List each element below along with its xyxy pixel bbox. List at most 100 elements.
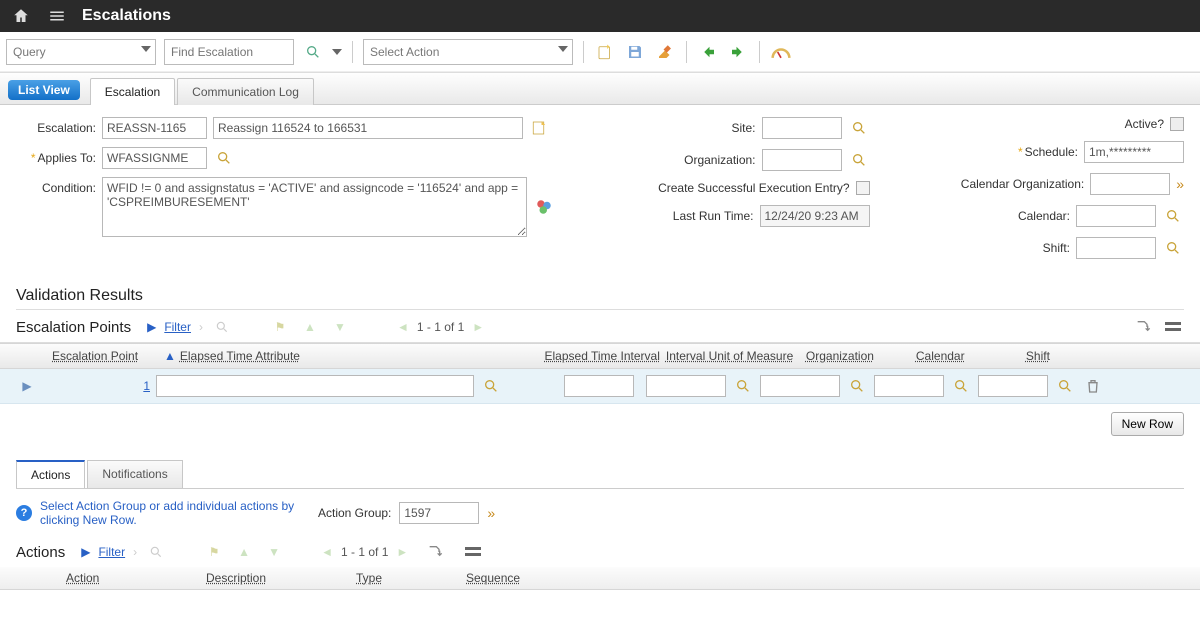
escalation-desc-input[interactable] (213, 117, 523, 139)
page-prev-icon[interactable]: ◄ (321, 545, 333, 559)
col-description[interactable]: Description (206, 571, 356, 585)
gauge-icon[interactable] (770, 41, 792, 63)
site-label: Site: (731, 121, 755, 135)
subtab-notifications[interactable]: Notifications (87, 460, 182, 488)
active-checkbox[interactable] (1170, 117, 1184, 131)
schedule-input[interactable] (1084, 141, 1184, 163)
lookup-icon[interactable] (1054, 375, 1076, 397)
list-view-button[interactable]: List View (8, 80, 80, 100)
escalation-points-heading: Escalation Points (16, 319, 131, 336)
detail-arrow-icon[interactable]: » (1176, 176, 1184, 192)
cse-checkbox[interactable] (856, 181, 870, 195)
calendar-input[interactable] (1076, 205, 1156, 227)
uom-input[interactable] (646, 375, 726, 397)
escalation-id-input[interactable] (102, 117, 207, 139)
download-icon[interactable] (1132, 316, 1154, 338)
points-pager: 1 - 1 of 1 (417, 320, 464, 334)
tab-communication-log[interactable]: Communication Log (177, 78, 314, 105)
chevron-down-icon (141, 46, 151, 52)
detail-arrow-icon[interactable]: » (487, 505, 495, 521)
trash-icon[interactable] (1082, 375, 1104, 397)
row-expand-icon[interactable]: ▶ (16, 375, 38, 397)
row-cal-input[interactable] (874, 375, 944, 397)
row-shift-input[interactable] (978, 375, 1048, 397)
search-icon[interactable] (211, 316, 233, 338)
search-dropdown-icon[interactable] (332, 49, 342, 55)
col-organization[interactable]: Organization (806, 349, 916, 363)
condition-input[interactable]: WFID != 0 and assignstatus = 'ACTIVE' an… (102, 177, 527, 237)
col-calendar[interactable]: Calendar (916, 349, 1026, 363)
home-icon[interactable] (10, 5, 32, 27)
subtab-actions[interactable]: Actions (16, 460, 85, 488)
up-arrow-icon[interactable]: ▲ (299, 316, 321, 338)
shift-input[interactable] (1076, 237, 1156, 259)
hint-text: Select Action Group or add individual ac… (40, 499, 300, 527)
escalation-point-link[interactable]: 1 (44, 379, 150, 393)
col-sequence[interactable]: Sequence (466, 571, 566, 585)
save-icon[interactable] (624, 41, 646, 63)
actions-pager: 1 - 1 of 1 (341, 545, 388, 559)
action-group-input[interactable] (399, 502, 479, 524)
page-next-icon[interactable]: ► (472, 320, 484, 334)
last-run-label: Last Run Time: (673, 209, 754, 223)
chevron-down-icon (558, 46, 568, 52)
col-action[interactable]: Action (66, 571, 206, 585)
eti-input[interactable] (564, 375, 634, 397)
filter-toggle-icon[interactable]: ▶ (147, 320, 156, 334)
clear-icon[interactable] (654, 41, 676, 63)
filter-link[interactable]: Filter (98, 545, 125, 559)
filter-toggle-icon[interactable]: ▶ (81, 545, 90, 559)
next-record-icon[interactable] (727, 41, 749, 63)
search-icon[interactable] (145, 541, 167, 563)
new-record-icon[interactable] (594, 41, 616, 63)
action-group-label: Action Group: (318, 506, 391, 520)
schedule-label: Schedule: (1018, 145, 1078, 159)
download-icon[interactable] (424, 541, 446, 563)
validation-results-heading: Validation Results (16, 287, 1184, 305)
page-prev-icon[interactable]: ◄ (397, 320, 409, 334)
col-elapsed-time-interval[interactable]: Elapsed Time Interval (540, 349, 660, 363)
down-arrow-icon[interactable]: ▼ (263, 541, 285, 563)
bookmark-icon[interactable]: ⚑ (269, 316, 291, 338)
page-next-icon[interactable]: ► (396, 545, 408, 559)
help-icon[interactable]: ? (16, 505, 32, 521)
lookup-icon[interactable] (732, 375, 754, 397)
row-org-input[interactable] (760, 375, 840, 397)
tab-escalation[interactable]: Escalation (90, 78, 175, 105)
lookup-icon[interactable] (846, 375, 868, 397)
col-interval-uom[interactable]: Interval Unit of Measure (666, 349, 806, 363)
lookup-icon[interactable] (213, 147, 235, 169)
query-combo[interactable]: Query (6, 39, 156, 65)
detail-menu-icon[interactable] (529, 117, 551, 139)
lookup-icon[interactable] (848, 149, 870, 171)
new-row-button[interactable]: New Row (1111, 412, 1184, 436)
menu-icon[interactable] (46, 5, 68, 27)
col-escalation-point[interactable]: Escalation Point (52, 349, 162, 363)
up-arrow-icon[interactable]: ▲ (233, 541, 255, 563)
down-arrow-icon[interactable]: ▼ (329, 316, 351, 338)
applies-to-input[interactable] (102, 147, 207, 169)
expression-builder-icon[interactable] (533, 196, 555, 218)
cal-org-input[interactable] (1090, 173, 1170, 195)
condition-label: Condition: (16, 177, 96, 195)
applies-to-label: Applies To: (16, 147, 96, 165)
collapse-icon[interactable] (1162, 316, 1184, 338)
lookup-icon[interactable] (1162, 205, 1184, 227)
lookup-icon[interactable] (1162, 237, 1184, 259)
col-type[interactable]: Type (356, 571, 466, 585)
site-input[interactable] (762, 117, 842, 139)
lookup-icon[interactable] (950, 375, 972, 397)
lookup-icon[interactable] (480, 375, 502, 397)
previous-record-icon[interactable] (697, 41, 719, 63)
col-shift[interactable]: Shift (1026, 349, 1116, 363)
select-action-combo[interactable]: Select Action (363, 39, 573, 65)
search-icon[interactable] (302, 41, 324, 63)
col-elapsed-time-attribute[interactable]: Elapsed Time Attribute (180, 349, 540, 363)
eta-input[interactable] (156, 375, 474, 397)
collapse-icon[interactable] (462, 541, 484, 563)
bookmark-icon[interactable]: ⚑ (203, 541, 225, 563)
find-escalation-input[interactable] (164, 39, 294, 65)
organization-input[interactable] (762, 149, 842, 171)
lookup-icon[interactable] (848, 117, 870, 139)
filter-link[interactable]: Filter (164, 320, 191, 334)
